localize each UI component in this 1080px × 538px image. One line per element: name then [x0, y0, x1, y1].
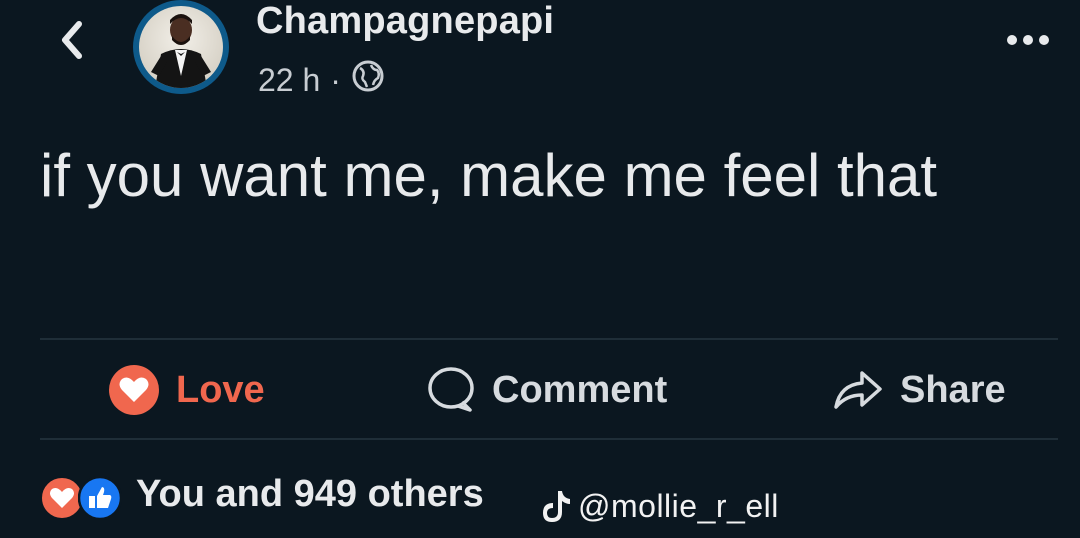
- author-name[interactable]: Champagnepapi: [256, 0, 554, 43]
- timestamp: 22 h: [258, 61, 321, 98]
- comment-label: Comment: [492, 368, 668, 411]
- like-reaction-icon: [77, 475, 123, 525]
- reactions-count: You and 949 others: [136, 472, 484, 515]
- watermark-handle: @mollie_r_ell: [578, 487, 779, 524]
- avatar[interactable]: [133, 0, 229, 94]
- love-label: Love: [176, 368, 265, 411]
- more-horizontal-icon: [1006, 33, 1050, 51]
- comment-button[interactable]: Comment: [426, 342, 667, 438]
- watermark: @mollie_r_ell: [542, 484, 779, 528]
- share-icon: [832, 367, 884, 413]
- tiktok-icon: [542, 489, 572, 523]
- share-label: Share: [900, 368, 1006, 411]
- divider-bottom: [40, 438, 1058, 440]
- post-actions: Love Comment Share: [40, 342, 1058, 438]
- back-button[interactable]: [52, 20, 92, 64]
- post-text: if you want me, make me feel that: [40, 142, 938, 209]
- globe-icon: [351, 59, 385, 101]
- comment-icon: [426, 366, 476, 414]
- reaction-icons: [40, 470, 128, 521]
- chevron-left-icon: [57, 20, 87, 65]
- love-button[interactable]: Love: [108, 342, 265, 438]
- more-options-button[interactable]: [998, 30, 1058, 54]
- post-meta: 22 h ·: [258, 60, 385, 100]
- divider-top: [40, 338, 1058, 340]
- share-button[interactable]: Share: [832, 342, 1006, 438]
- meta-separator: ·: [330, 61, 341, 98]
- reactions-summary[interactable]: You and 949 others: [40, 466, 484, 522]
- love-reaction-icon: [108, 364, 160, 416]
